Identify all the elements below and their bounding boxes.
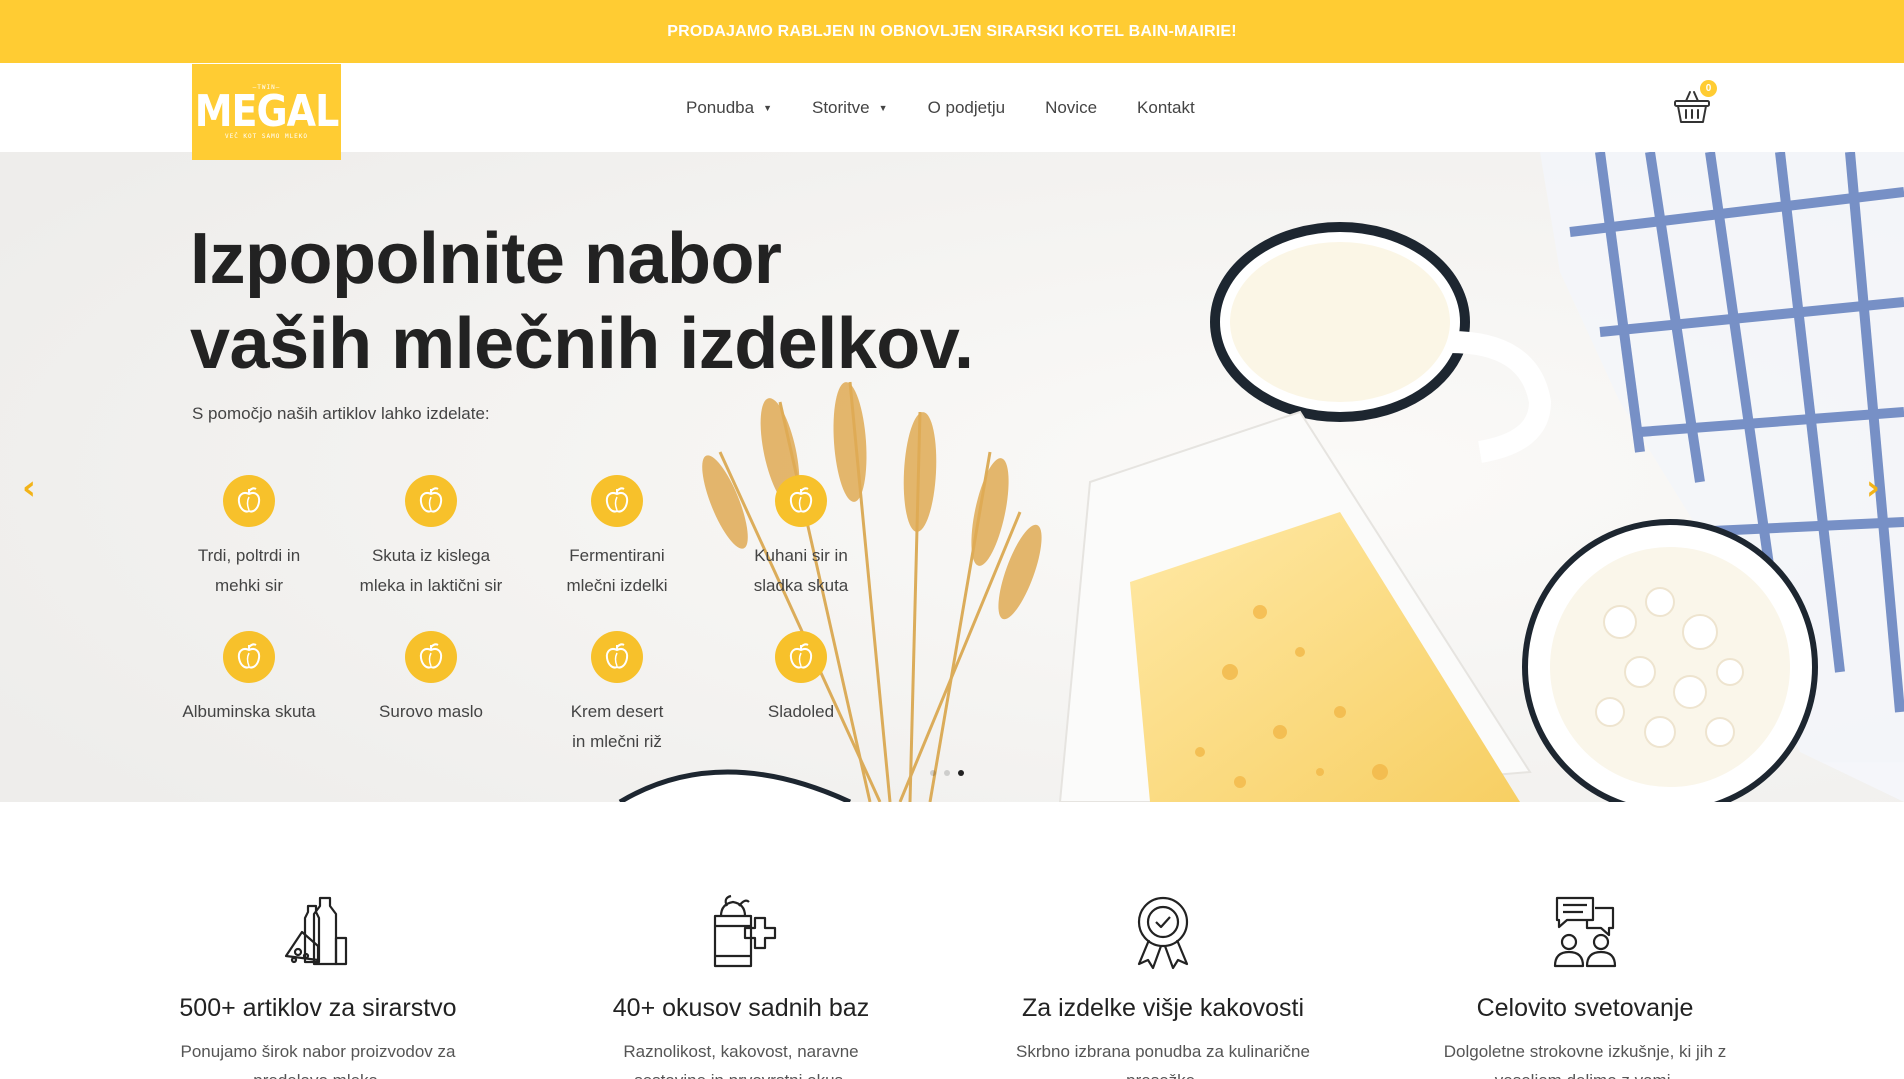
feature-label: Surovo maslo (379, 702, 483, 721)
service-title: Za izdelke višje kakovosti (1021, 994, 1305, 1022)
hero-subtitle: S pomočjo naših artiklov lahko izdelate: (192, 404, 490, 423)
nav-item-storitve[interactable]: Storitve ▼ (812, 98, 888, 118)
consulting-icon (1545, 892, 1625, 972)
hero-title-line1: Izpopolnite nabor (190, 219, 782, 299)
nav-item-novice[interactable]: Novice (1045, 98, 1097, 118)
fruit-icon (591, 631, 643, 683)
feature-label: Albuminska skuta (182, 702, 316, 721)
nav-label: O podjetju (927, 97, 1006, 117)
fruit-icon (405, 475, 457, 527)
fruit-icon (223, 475, 275, 527)
feature-label: Kuhani sir in sladka skuta (753, 546, 849, 595)
slider-dots (930, 770, 964, 776)
service-title: Celovito svetovanje (1476, 994, 1694, 1022)
service-card: Celovito svetovanje Dolgoletne strokovne… (1395, 892, 1775, 1079)
service-description: Skrbno izbrana ponudba za kulinaričnepre… (1016, 1042, 1310, 1079)
caret-down-icon: ▼ (763, 102, 772, 113)
quality-badge-icon (1123, 892, 1203, 972)
fruit-icon (775, 475, 827, 527)
feature-item: Skuta iz kislega mleka in laktični sir (341, 475, 521, 601)
feature-item: Krem desert in mlečni riž (527, 631, 707, 757)
fruit-icon (223, 631, 275, 683)
slider-dot-active[interactable] (958, 770, 964, 776)
nav-item-o-podjetju[interactable]: O podjetju (928, 98, 1006, 118)
hero-title-line2: vaših mlečnih izdelkov. (190, 304, 974, 384)
dairy-products-icon (278, 892, 358, 972)
feature-label: Skuta iz kislega mleka in laktični sir (359, 546, 503, 595)
fruit-icon (775, 631, 827, 683)
service-card: 500+ artiklov za sirarstvo Ponujamo širo… (128, 892, 508, 1079)
slider-next-arrow[interactable]: › (1858, 468, 1888, 508)
promo-text[interactable]: PRODAJAMO RABLJEN IN OBNOVLJEN SIRARSKI … (667, 23, 1237, 41)
caret-down-icon: ▼ (878, 102, 888, 113)
main-nav: Ponudba ▼ Storitve ▼ O podjetju Novice K… (686, 63, 1235, 152)
hero-title: Izpopolnite nabor vaših mlečnih izdelkov… (190, 217, 1090, 387)
feature-label: Trdi, poltrdi in mehki sir (197, 546, 301, 595)
service-title: 500+ artiklov za sirarstvo (179, 994, 457, 1022)
service-description: Raznolikost, kakovost, naravnesestavine … (623, 1042, 859, 1079)
feature-label: Fermentirani mlečni izdelki (566, 546, 668, 595)
cart-count-badge: 0 (1700, 80, 1717, 97)
service-description: Ponujamo širok nabor proizvodov zapredel… (180, 1042, 456, 1079)
fruit-icon (405, 631, 457, 683)
logo[interactable]: —TWIN— MEGAL VEČ KOT SAMO MLEKO (192, 64, 341, 160)
service-title: 40+ okusov sadnih baz (612, 994, 870, 1022)
feature-item: Trdi, poltrdi in mehki sir (159, 475, 339, 601)
nav-label: Novice (1045, 97, 1098, 117)
nav-item-kontakt[interactable]: Kontakt (1137, 98, 1195, 118)
slider-dot[interactable] (944, 770, 950, 776)
nav-label: Kontakt (1137, 97, 1195, 117)
feature-item: Fermentirani mlečni izdelki (527, 475, 707, 601)
feature-item: Sladoled (711, 631, 891, 727)
feature-label: Sladoled (767, 702, 835, 721)
fruit-icon (591, 475, 643, 527)
feature-item: Kuhani sir in sladka skuta (711, 475, 891, 601)
feature-item: Surovo maslo (341, 631, 521, 727)
slider-dot[interactable] (930, 770, 936, 776)
nav-label: Ponudba (686, 97, 755, 117)
nav-label: Storitve (812, 97, 870, 117)
fruit-base-icon (701, 892, 781, 972)
service-description: Dolgoletne strokovne izkušnje, ki jih zv… (1443, 1042, 1727, 1079)
feature-item: Albuminska skuta (159, 631, 339, 727)
promo-bar[interactable]: PRODAJAMO RABLJEN IN OBNOVLJEN SIRARSKI … (0, 0, 1904, 63)
logo-name: MEGAL (194, 85, 340, 137)
hero-slider: Izpopolnite nabor vaših mlečnih izdelkov… (0, 152, 1904, 802)
service-card: Za izdelke višje kakovosti Skrbno izbran… (973, 892, 1353, 1079)
service-card: 40+ okusov sadnih baz Raznolikost, kakov… (551, 892, 931, 1079)
services-section: 500+ artiklov za sirarstvo Ponujamo širo… (0, 802, 1904, 1079)
feature-label: Krem desert in mlečni riž (570, 702, 664, 751)
slider-prev-arrow[interactable]: ‹ (14, 468, 44, 508)
nav-item-ponudba[interactable]: Ponudba ▼ (686, 98, 772, 118)
